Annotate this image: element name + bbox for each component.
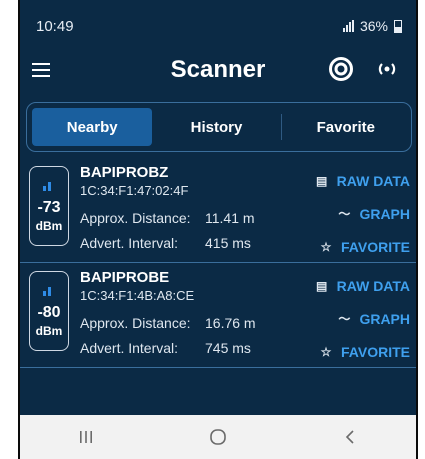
status-indicators: 36% (342, 18, 402, 34)
system-nav-bar (20, 415, 416, 459)
tab-nearby[interactable]: Nearby (32, 108, 153, 146)
distance-value: 16.76 m (205, 315, 256, 331)
rssi-unit: dBm (35, 219, 63, 233)
battery-level: 36% (359, 18, 388, 34)
recent-apps-icon (80, 431, 92, 443)
distance-value: 11.41 m (205, 210, 255, 226)
battery-icon (394, 19, 402, 33)
broadcast-icon[interactable] (376, 60, 398, 78)
interval-line: Advert. Interval: 745 ms (80, 340, 251, 356)
signal-strength-icon (30, 284, 68, 296)
star-icon: ☆ (320, 344, 332, 359)
graph-label: GRAPH (359, 310, 410, 327)
home-icon (210, 429, 226, 445)
status-bar: 10:49 36% (20, 0, 416, 50)
distance-label: Approx. Distance: (80, 210, 191, 226)
raw-data-button[interactable]: ▤ RAW DATA (310, 269, 410, 302)
interval-label: Advert. Interval: (80, 235, 179, 251)
rssi-value: -80 (37, 304, 61, 321)
raw-data-button[interactable]: ▤ RAW DATA (310, 164, 410, 197)
graph-button[interactable]: 〜 GRAPH (310, 197, 410, 230)
device-mac: 1C:34:F1:47:02:4F (80, 183, 189, 198)
device-actions: ▤ RAW DATA 〜 GRAPH ☆ FAVORITE (310, 164, 410, 263)
document-icon: ▤ (315, 278, 328, 293)
distance-line: Approx. Distance: 11.41 m (80, 210, 255, 226)
favorite-label: FAVORITE (341, 343, 410, 360)
distance-label: Approx. Distance: (80, 315, 191, 331)
favorite-label: FAVORITE (341, 238, 410, 255)
rssi-badge: -73 dBm (29, 166, 69, 246)
document-icon: ▤ (315, 173, 328, 188)
tab-bar: Nearby History Favorite (26, 102, 412, 152)
favorite-button[interactable]: ☆ FAVORITE (310, 335, 410, 368)
raw-data-label: RAW DATA (336, 277, 410, 294)
device-actions: ▤ RAW DATA 〜 GRAPH ☆ FAVORITE (310, 269, 410, 368)
tab-favorite[interactable]: Favorite (286, 108, 406, 146)
status-time: 10:49 (36, 18, 74, 35)
device-row[interactable]: -80 dBm BAPIPROBE 1C:34:F1:4B:A8:CE Appr… (20, 263, 416, 368)
graph-icon: 〜 (338, 312, 351, 326)
tab-history[interactable]: History (156, 108, 276, 146)
interval-label: Advert. Interval: (80, 340, 179, 356)
interval-line: Advert. Interval: 415 ms (80, 235, 251, 251)
graph-label: GRAPH (359, 205, 410, 222)
signal-icon (342, 20, 354, 32)
signal-strength-icon (30, 179, 68, 191)
scan-icon[interactable] (328, 56, 354, 82)
rssi-unit: dBm (35, 324, 63, 338)
interval-value: 745 ms (205, 340, 251, 356)
raw-data-label: RAW DATA (336, 172, 410, 189)
graph-button[interactable]: 〜 GRAPH (310, 302, 410, 335)
app-bar: Scanner (20, 50, 416, 96)
rssi-badge: -80 dBm (29, 271, 69, 351)
distance-line: Approx. Distance: 16.76 m (80, 315, 256, 331)
device-row[interactable]: -73 dBm BAPIPROBZ 1C:34:F1:47:02:4F Appr… (20, 158, 416, 263)
device-list: -73 dBm BAPIPROBZ 1C:34:F1:47:02:4F Appr… (20, 158, 416, 368)
phone-screen: 10:49 36% Scanner Nearby History Favorit… (18, 0, 418, 459)
star-icon: ☆ (320, 239, 332, 254)
graph-icon: 〜 (338, 207, 351, 221)
back-button[interactable] (320, 422, 380, 452)
page-title: Scanner (170, 56, 266, 83)
back-icon (345, 430, 354, 444)
interval-value: 415 ms (205, 235, 251, 251)
recent-apps-button[interactable] (56, 422, 116, 452)
home-button[interactable] (188, 422, 248, 452)
tab-divider (280, 114, 282, 140)
device-name: BAPIPROBZ (80, 164, 169, 181)
device-name: BAPIPROBE (80, 269, 170, 286)
favorite-button[interactable]: ☆ FAVORITE (310, 230, 410, 263)
device-mac: 1C:34:F1:4B:A8:CE (80, 288, 195, 303)
rssi-value: -73 (37, 199, 61, 216)
